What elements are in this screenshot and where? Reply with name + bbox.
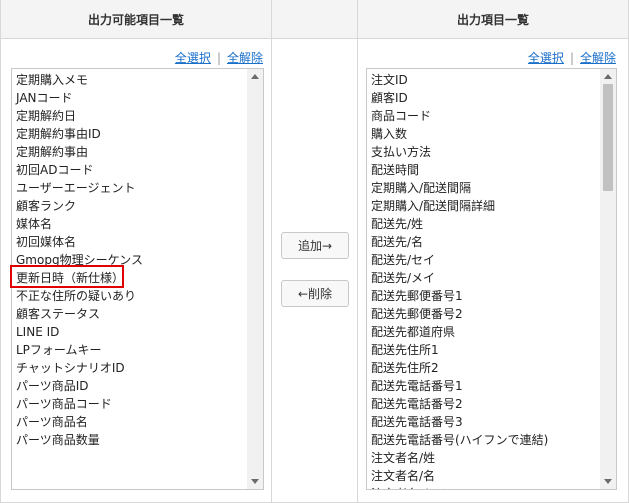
list-item[interactable]: JANコード bbox=[12, 89, 247, 107]
list-item[interactable]: ユーザーエージェント bbox=[12, 179, 247, 197]
list-item[interactable]: LINE ID bbox=[12, 323, 247, 341]
list-item[interactable]: Gmopg物理シーケンス bbox=[12, 251, 247, 269]
scroll-down-arrow-icon[interactable] bbox=[251, 479, 259, 484]
remove-button[interactable]: ←削除 bbox=[281, 280, 349, 307]
list-item[interactable]: 配送先都道府県 bbox=[367, 323, 600, 341]
list-item[interactable]: 購入数 bbox=[367, 125, 600, 143]
list-item[interactable]: LPフォームキー bbox=[12, 341, 247, 359]
list-item[interactable]: 定期購入/配送間隔詳細 bbox=[367, 197, 600, 215]
list-item[interactable]: 注文者名/姓 bbox=[367, 449, 600, 467]
available-items-listbox[interactable]: 定期購入メモ JANコード 定期解約日 定期解約事由ID 定期解約事由 初回ADコード ユー… bbox=[11, 68, 264, 490]
list-item[interactable]: 初回ADコード bbox=[12, 161, 247, 179]
left-link-separator: | bbox=[216, 50, 221, 65]
list-item[interactable]: パーツ商品名 bbox=[12, 413, 247, 431]
list-item[interactable]: 定期解約事由 bbox=[12, 143, 247, 161]
left-panel-header: 出力可能項目一覧 bbox=[1, 0, 271, 39]
list-item[interactable]: 顧客ID bbox=[367, 89, 600, 107]
list-item[interactable]: 配送先住所1 bbox=[367, 341, 600, 359]
right-panel-header: 出力項目一覧 bbox=[358, 0, 628, 39]
list-item[interactable]: 商品コード bbox=[367, 107, 600, 125]
scroll-up-arrow-icon[interactable] bbox=[604, 74, 612, 79]
list-item[interactable]: 定期購入メモ bbox=[12, 71, 247, 89]
list-item[interactable]: 配送先電話番号(ハイフンで連結) bbox=[367, 431, 600, 449]
right-select-all-link[interactable]: 全選択 bbox=[528, 49, 564, 66]
list-item[interactable]: パーツ商品数量 bbox=[12, 431, 247, 449]
list-item[interactable]: 注文ID bbox=[367, 71, 600, 89]
list-item[interactable]: 注文者名/名 bbox=[367, 467, 600, 485]
list-item[interactable]: 不正な住所の疑いあり bbox=[12, 287, 247, 305]
list-item[interactable]: 初回媒体名 bbox=[12, 233, 247, 251]
available-items-list: 定期購入メモ JANコード 定期解約日 定期解約事由ID 定期解約事由 初回ADコード ユー… bbox=[12, 71, 247, 449]
right-link-separator: | bbox=[569, 50, 574, 65]
selected-items-listbox[interactable]: 注文ID 顧客ID 商品コード 購入数 支払い方法 配送時間 定期購入/配送間隔 定期購入/配… bbox=[366, 68, 617, 490]
list-item[interactable]: 媒体名 bbox=[12, 215, 247, 233]
divider-right bbox=[357, 0, 358, 503]
list-item[interactable]: パーツ商品ID bbox=[12, 377, 247, 395]
list-item[interactable]: 配送先/姓 bbox=[367, 215, 600, 233]
list-item[interactable]: パーツ商品コード bbox=[12, 395, 247, 413]
list-item[interactable]: 配送先/名 bbox=[367, 233, 600, 251]
right-selection-links: 全選択 | 全解除 bbox=[528, 49, 616, 66]
right-panel-title: 出力項目一覧 bbox=[456, 12, 529, 27]
list-item[interactable]: 配送先電話番号2 bbox=[367, 395, 600, 413]
list-item[interactable]: 更新日時（新仕様） bbox=[12, 269, 247, 287]
left-selection-links: 全選択 | 全解除 bbox=[175, 49, 263, 66]
scroll-up-arrow-icon[interactable] bbox=[251, 74, 259, 79]
selected-items-scrollbar[interactable] bbox=[600, 69, 616, 489]
list-item[interactable]: 配送時間 bbox=[367, 161, 600, 179]
selected-items-list: 注文ID 顧客ID 商品コード 購入数 支払い方法 配送時間 定期購入/配送間隔 定期購入/配… bbox=[367, 71, 600, 489]
list-item[interactable]: 定期解約事由ID bbox=[12, 125, 247, 143]
list-item[interactable]: 配送先郵便番号1 bbox=[367, 287, 600, 305]
list-item[interactable]: 配送先住所2 bbox=[367, 359, 600, 377]
list-item[interactable]: 注文者名/セイ bbox=[367, 485, 600, 489]
left-panel-title: 出力可能項目一覧 bbox=[87, 12, 184, 27]
list-item[interactable]: 定期購入/配送間隔 bbox=[367, 179, 600, 197]
list-item[interactable]: 配送先/メイ bbox=[367, 269, 600, 287]
scrollbar-thumb[interactable] bbox=[603, 84, 613, 191]
list-item[interactable]: 配送先郵便番号2 bbox=[367, 305, 600, 323]
list-item[interactable]: 顧客ランク bbox=[12, 197, 247, 215]
divider-left bbox=[271, 0, 272, 503]
middle-header bbox=[272, 0, 357, 39]
left-clear-all-link[interactable]: 全解除 bbox=[227, 49, 263, 66]
list-item[interactable]: 顧客ステータス bbox=[12, 305, 247, 323]
list-item[interactable]: 配送先電話番号1 bbox=[367, 377, 600, 395]
scroll-down-arrow-icon[interactable] bbox=[604, 479, 612, 484]
right-clear-all-link[interactable]: 全解除 bbox=[580, 49, 616, 66]
list-item[interactable]: チャットシナリオID bbox=[12, 359, 247, 377]
list-item[interactable]: 定期解約日 bbox=[12, 107, 247, 125]
list-item[interactable]: 配送先電話番号3 bbox=[367, 413, 600, 431]
list-item[interactable]: 支払い方法 bbox=[367, 143, 600, 161]
left-select-all-link[interactable]: 全選択 bbox=[175, 49, 211, 66]
list-item[interactable]: 配送先/セイ bbox=[367, 251, 600, 269]
add-button[interactable]: 追加→ bbox=[281, 232, 349, 259]
available-items-scrollbar[interactable] bbox=[247, 69, 263, 489]
